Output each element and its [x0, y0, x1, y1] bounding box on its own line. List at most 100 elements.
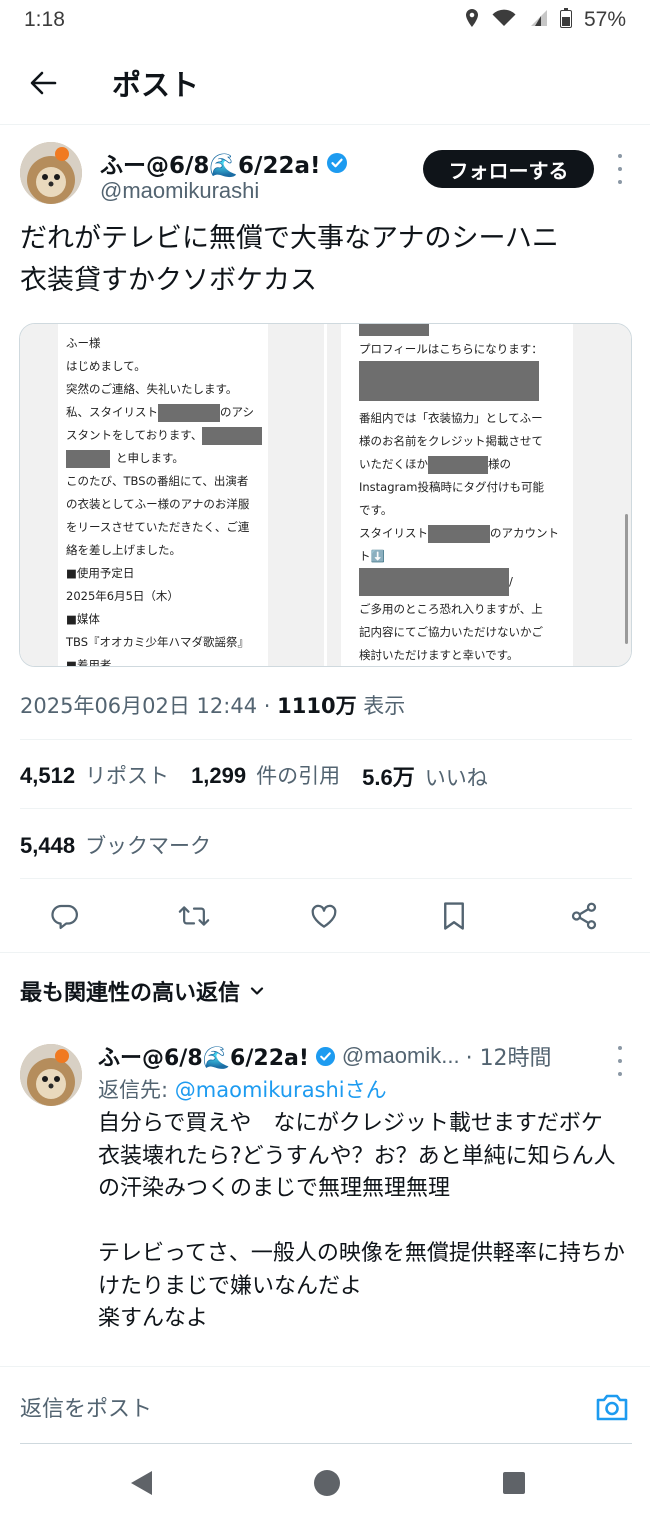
shot-line: TBS『オオカミ少年ハマダ歌謡祭』: [66, 635, 250, 649]
reply-header: ふー@6/8🌊6/22a! @maomik... · 12時間: [98, 1040, 552, 1072]
replying-prefix: 返信先:: [98, 1078, 169, 1102]
shot-line: Instagram投稿時にタグ付けも可能: [359, 480, 545, 494]
nav-home-button[interactable]: [310, 1466, 344, 1500]
image-scroll-indicator: [625, 514, 628, 644]
shot-line: ■使用予定日: [66, 566, 135, 580]
author-handle[interactable]: @maomikurashi: [100, 178, 259, 204]
engagement-stats: 4,512 リポスト 1,299 件の引用 5.6万 いいね: [20, 760, 488, 792]
likes-count: 5.6万: [362, 765, 415, 790]
shot-line: ふー様: [66, 336, 101, 350]
tweet-timestamp[interactable]: 2025年06月02日 12:44: [20, 694, 257, 718]
reposts-label: リポスト: [85, 764, 170, 788]
media-image-right[interactable]: プロフィールはこちらになります： 番組内では「衣装協力」としてふー 様のお名前を…: [324, 324, 631, 666]
bookmarks-count: 5,448: [20, 833, 76, 858]
battery-icon: [559, 7, 572, 33]
bookmarks-label: ブックマーク: [85, 834, 212, 858]
tweet-meta: 2025年06月02日 12:44 · 1110万 表示: [20, 694, 406, 718]
camera-button[interactable]: [594, 1389, 630, 1425]
reply-icon: [51, 904, 78, 929]
reply-button[interactable]: [45, 896, 85, 936]
shot-line: スタイリスト のアカウント: [359, 522, 567, 545]
page-title: ポスト: [112, 68, 200, 102]
screenshot-left: ふー様 はじめまして。 突然のご連絡、失礼いたします。 私、スタイリスト のアシ …: [58, 324, 268, 666]
quotes-count: 1,299: [191, 763, 247, 788]
replies-sort-dropdown[interactable]: 最も関連性の高い返信: [20, 975, 266, 1007]
screenshot-right: プロフィールはこちらになります： 番組内では「衣装協力」としてふー 様のお名前を…: [341, 324, 573, 666]
reply-avatar[interactable]: [20, 1044, 82, 1106]
shot-line: 記内容にてご協力いただけないかご: [359, 625, 543, 639]
system-nav-bar: [0, 1446, 650, 1518]
battery-percent: 57%: [583, 8, 626, 31]
divider: [0, 952, 650, 953]
avatar[interactable]: [20, 142, 82, 204]
share-icon: [571, 902, 597, 930]
bookmark-button[interactable]: [434, 896, 474, 936]
bookmark-icon: [444, 902, 464, 930]
shot-line: 突然のご連絡、失礼いたします。: [66, 382, 238, 396]
repost-icon: [178, 906, 210, 926]
like-button[interactable]: [304, 896, 344, 936]
reply-author-name[interactable]: ふー@6/8🌊6/22a!: [98, 1040, 309, 1072]
status-time: 1:18: [24, 8, 65, 31]
shot-line: 絡を差し上げました。: [66, 543, 181, 557]
author-name[interactable]: ふー@6/8🌊6/22a!: [100, 146, 320, 180]
divider: [0, 124, 650, 125]
back-button[interactable]: [0, 42, 86, 124]
shot-line: [359, 324, 567, 338]
replies-sort-label: 最も関連性の高い返信: [20, 981, 241, 1006]
verified-badge-icon: [327, 153, 348, 173]
shot-line: はじめまして。: [66, 359, 146, 373]
verified-badge-icon: [315, 1046, 335, 1066]
like-icon: [311, 904, 337, 928]
nav-back-button[interactable]: [124, 1466, 158, 1500]
shot-line: [359, 361, 567, 407]
follow-button[interactable]: フォローする: [423, 150, 594, 188]
media-image-left[interactable]: ふー様 はじめまして。 突然のご連絡、失礼いたします。 私、スタイリスト のアシ …: [20, 324, 324, 666]
divider: [20, 739, 632, 740]
reply-text: 自分らで買えや なにがクレジット載せますだボケ 衣装壊れたら?どうすんや？お？あ…: [98, 1111, 625, 1331]
reply-input[interactable]: 返信をポスト: [20, 1391, 152, 1423]
quotes-stat[interactable]: 1,299 件の引用: [191, 760, 340, 792]
quotes-label: 件の引用: [256, 764, 341, 788]
reply-more-options-icon[interactable]: [608, 1046, 632, 1076]
more-options-icon[interactable]: [608, 154, 632, 184]
nav-recents-button[interactable]: [497, 1466, 531, 1500]
shot-line: 2025年6月5日（木）: [66, 589, 179, 603]
nav-back-icon: [131, 1471, 152, 1495]
repost-button[interactable]: [174, 896, 214, 936]
shot-line: スタントをしております、: [66, 424, 263, 447]
wifi-icon: [492, 8, 516, 32]
shot-line: 私、スタイリスト のアシ: [66, 401, 262, 424]
shot-line: /: [359, 568, 567, 598]
shot-line: です。: [359, 503, 393, 517]
author-row: ふー@6/8🌊6/22a! @maomikurashi フォローする: [0, 140, 650, 210]
shot-line: 様のお名前をクレジット掲載させて: [359, 434, 543, 448]
nav-recents-icon: [503, 1472, 525, 1494]
divider: [20, 1443, 632, 1444]
author-name-row[interactable]: ふー@6/8🌊6/22a!: [100, 146, 348, 180]
likes-label: いいね: [424, 766, 488, 790]
likes-stat[interactable]: 5.6万 いいね: [362, 760, 488, 792]
tweet-line: 衣装貸すかクソボケカス: [20, 265, 317, 296]
views-count: 1110万: [277, 694, 357, 718]
reply-author-handle[interactable]: @maomik...: [342, 1043, 460, 1069]
reply-time[interactable]: · 12時間: [466, 1040, 552, 1072]
divider: [20, 878, 632, 879]
bookmark-stats: 5,448 ブックマーク: [20, 830, 211, 860]
views-label: 表示: [363, 694, 406, 718]
divider: [20, 808, 632, 809]
status-bar: 1:18 57%: [0, 0, 650, 40]
shot-line: ご多用のところ恐れ入りますが、上: [359, 602, 543, 616]
replying-to-link[interactable]: @maomikurashiさん: [175, 1078, 387, 1102]
shot-line: ト⬇️: [359, 549, 385, 563]
share-button[interactable]: [564, 896, 604, 936]
shot-line: このたび、TBSの番組にて、出演者: [66, 474, 249, 488]
replying-to: 返信先: @maomikurashiさん: [98, 1074, 387, 1104]
tweet-text: だれがテレビに無償で大事なアナのシーハニ 衣装貸すかクソボケカス: [20, 218, 632, 302]
bookmarks-stat[interactable]: 5,448 ブックマーク: [20, 830, 211, 860]
shot-line: いただくほか 様の: [359, 453, 567, 476]
nav-home-icon: [314, 1470, 340, 1496]
chevron-down-icon: [250, 987, 264, 995]
shot-line: プロフィールはこちらになります：: [359, 342, 543, 356]
reposts-stat[interactable]: 4,512 リポスト: [20, 760, 169, 792]
